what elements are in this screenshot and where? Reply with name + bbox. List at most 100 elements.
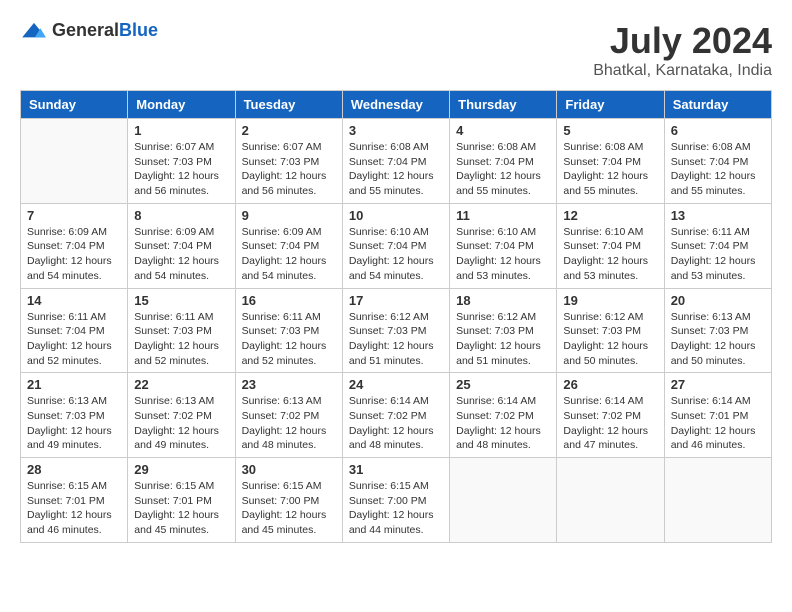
calendar-cell: 1Sunrise: 6:07 AM Sunset: 7:03 PM Daylig… [128,119,235,204]
calendar-cell: 7 Sunrise: 6:09 AM Sunset: 7:04 PM Daylig… [21,203,128,288]
calendar-cell [450,458,557,543]
calendar-cell: 21 Sunrise: 6:13 AM Sunset: 7:03 PM Dayli… [21,373,128,458]
day-info: Sunrise: 6:07 AM Sunset: 7:03 PM Dayligh… [242,140,336,199]
day-info: Sunrise: 6:12 AM Sunset: 7:03 PM Dayligh… [349,310,443,369]
day-number: 28 [27,462,121,477]
day-info: Sunrise: 6:11 AM Sunset: 7:04 PM Dayligh… [27,310,121,369]
day-info: Sunrise: 6:09 AM Sunset: 7:04 PM Dayligh… [242,225,336,284]
calendar-cell: 12 Sunrise: 6:10 AM Sunset: 7:04 PM Dayli… [557,203,664,288]
day-number: 18 [456,293,550,308]
day-number: 22 [134,377,228,392]
calendar-cell: 6Sunrise: 6:08 AM Sunset: 7:04 PM Daylig… [664,119,771,204]
calendar-cell: 17 Sunrise: 6:12 AM Sunset: 7:03 PM Dayli… [342,288,449,373]
calendar-cell: 23 Sunrise: 6:13 AM Sunset: 7:02 PM Dayli… [235,373,342,458]
day-number: 17 [349,293,443,308]
day-info: Sunrise: 6:13 AM Sunset: 7:03 PM Dayligh… [671,310,765,369]
col-header-thursday: Thursday [450,91,557,119]
calendar-cell: 27Sunrise: 6:14 AM Sunset: 7:01 PM Dayli… [664,373,771,458]
day-number: 27 [671,377,765,392]
day-info: Sunrise: 6:08 AM Sunset: 7:04 PM Dayligh… [456,140,550,199]
day-number: 12 [563,208,657,223]
day-number: 5 [563,123,657,138]
day-info: Sunrise: 6:09 AM Sunset: 7:04 PM Dayligh… [134,225,228,284]
day-number: 31 [349,462,443,477]
calendar-cell: 29 Sunrise: 6:15 AM Sunset: 7:01 PM Dayli… [128,458,235,543]
day-info: Sunrise: 6:08 AM Sunset: 7:04 PM Dayligh… [349,140,443,199]
calendar-cell: 28Sunrise: 6:15 AM Sunset: 7:01 PM Dayli… [21,458,128,543]
day-info: Sunrise: 6:11 AM Sunset: 7:04 PM Dayligh… [671,225,765,284]
calendar-table: SundayMondayTuesdayWednesdayThursdayFrid… [20,90,772,543]
day-info: Sunrise: 6:13 AM Sunset: 7:02 PM Dayligh… [134,394,228,453]
calendar-cell: 14Sunrise: 6:11 AM Sunset: 7:04 PM Dayli… [21,288,128,373]
calendar-cell: 10 Sunrise: 6:10 AM Sunset: 7:04 PM Dayli… [342,203,449,288]
calendar-cell: 15 Sunrise: 6:11 AM Sunset: 7:03 PM Dayli… [128,288,235,373]
logo-icon [20,21,48,41]
day-number: 8 [134,208,228,223]
calendar-week-row: 1Sunrise: 6:07 AM Sunset: 7:03 PM Daylig… [21,119,772,204]
calendar-cell: 19 Sunrise: 6:12 AM Sunset: 7:03 PM Dayli… [557,288,664,373]
day-number: 4 [456,123,550,138]
logo-general: General [52,20,119,40]
calendar-cell: 26Sunrise: 6:14 AM Sunset: 7:02 PM Dayli… [557,373,664,458]
day-info: Sunrise: 6:07 AM Sunset: 7:03 PM Dayligh… [134,140,228,199]
calendar-cell: 13Sunrise: 6:11 AM Sunset: 7:04 PM Dayli… [664,203,771,288]
day-number: 25 [456,377,550,392]
day-info: Sunrise: 6:15 AM Sunset: 7:01 PM Dayligh… [134,479,228,538]
logo-blue: Blue [119,20,158,40]
calendar-cell: 11 Sunrise: 6:10 AM Sunset: 7:04 PM Dayli… [450,203,557,288]
col-header-tuesday: Tuesday [235,91,342,119]
day-number: 30 [242,462,336,477]
calendar-cell: 16 Sunrise: 6:11 AM Sunset: 7:03 PM Dayli… [235,288,342,373]
col-header-saturday: Saturday [664,91,771,119]
calendar-cell: 30Sunrise: 6:15 AM Sunset: 7:00 PM Dayli… [235,458,342,543]
day-number: 11 [456,208,550,223]
day-number: 20 [671,293,765,308]
day-info: Sunrise: 6:13 AM Sunset: 7:02 PM Dayligh… [242,394,336,453]
calendar-cell: 2Sunrise: 6:07 AM Sunset: 7:03 PM Daylig… [235,119,342,204]
col-header-sunday: Sunday [21,91,128,119]
day-info: Sunrise: 6:14 AM Sunset: 7:02 PM Dayligh… [563,394,657,453]
calendar-week-row: 28 Sunrise: 6:15 AM Sunset: 7:01 PM Dayli… [21,458,772,543]
day-info: Sunrise: 6:09 AM Sunset: 7:04 PM Dayligh… [27,225,121,284]
calendar-week-row: 14Sunrise: 6:11 AM Sunset: 7:04 PM Dayli… [21,288,772,373]
col-header-monday: Monday [128,91,235,119]
day-info: Sunrise: 6:10 AM Sunset: 7:04 PM Dayligh… [563,225,657,284]
calendar-cell: 9 Sunrise: 6:09 AM Sunset: 7:04 PM Daylig… [235,203,342,288]
day-number: 29 [134,462,228,477]
day-info: Sunrise: 6:08 AM Sunset: 7:04 PM Dayligh… [563,140,657,199]
calendar-cell [664,458,771,543]
day-number: 23 [242,377,336,392]
day-info: Sunrise: 6:12 AM Sunset: 7:03 PM Dayligh… [563,310,657,369]
day-info: Sunrise: 6:10 AM Sunset: 7:04 PM Dayligh… [349,225,443,284]
calendar-cell: 5 Sunrise: 6:08 AM Sunset: 7:04 PM Daylig… [557,119,664,204]
calendar-cell: 24Sunrise: 6:14 AM Sunset: 7:02 PM Dayli… [342,373,449,458]
calendar-cell [21,119,128,204]
day-info: Sunrise: 6:10 AM Sunset: 7:04 PM Dayligh… [456,225,550,284]
col-header-friday: Friday [557,91,664,119]
day-number: 10 [349,208,443,223]
day-number: 19 [563,293,657,308]
calendar-cell: 25 Sunrise: 6:14 AM Sunset: 7:02 PM Dayli… [450,373,557,458]
day-number: 16 [242,293,336,308]
calendar-cell: 31 Sunrise: 6:15 AM Sunset: 7:00 PM Dayli… [342,458,449,543]
day-info: Sunrise: 6:11 AM Sunset: 7:03 PM Dayligh… [134,310,228,369]
day-number: 7 [27,208,121,223]
logo: GeneralBlue [20,20,158,41]
calendar-cell: 3Sunrise: 6:08 AM Sunset: 7:04 PM Daylig… [342,119,449,204]
day-info: Sunrise: 6:11 AM Sunset: 7:03 PM Dayligh… [242,310,336,369]
day-number: 9 [242,208,336,223]
day-info: Sunrise: 6:12 AM Sunset: 7:03 PM Dayligh… [456,310,550,369]
day-info: Sunrise: 6:15 AM Sunset: 7:00 PM Dayligh… [349,479,443,538]
calendar-cell [557,458,664,543]
calendar-cell: 18 Sunrise: 6:12 AM Sunset: 7:03 PM Dayli… [450,288,557,373]
calendar-week-row: 21 Sunrise: 6:13 AM Sunset: 7:03 PM Dayli… [21,373,772,458]
day-info: Sunrise: 6:14 AM Sunset: 7:02 PM Dayligh… [349,394,443,453]
day-number: 21 [27,377,121,392]
calendar-cell: 4 Sunrise: 6:08 AM Sunset: 7:04 PM Daylig… [450,119,557,204]
day-number: 15 [134,293,228,308]
day-info: Sunrise: 6:14 AM Sunset: 7:02 PM Dayligh… [456,394,550,453]
day-info: Sunrise: 6:13 AM Sunset: 7:03 PM Dayligh… [27,394,121,453]
calendar-week-row: 7 Sunrise: 6:09 AM Sunset: 7:04 PM Daylig… [21,203,772,288]
calendar-cell: 22 Sunrise: 6:13 AM Sunset: 7:02 PM Dayli… [128,373,235,458]
col-header-wednesday: Wednesday [342,91,449,119]
